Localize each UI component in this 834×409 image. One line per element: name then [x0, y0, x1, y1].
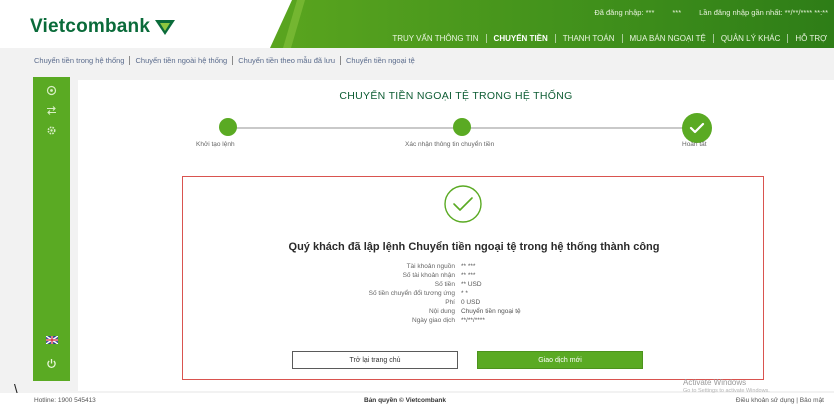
detail-value: ** USD [461, 281, 482, 288]
main-nav: TRUY VẤN THÔNG TIN CHUYỂN TIỀN THANH TOÁ… [385, 34, 834, 43]
detail-row: Số tài khoản nhận ** *** [183, 272, 765, 281]
detail-label: Số tiền [434, 281, 455, 288]
detail-label: Nội dung [428, 308, 455, 315]
detail-row: Phí 0 USD [183, 299, 765, 308]
detail-value: 0 USD [461, 299, 481, 306]
detail-row: Tài khoản nguồn ** *** [183, 263, 765, 272]
detail-row: Ngày giao dịch **/**/**** [183, 317, 765, 326]
detail-row: Số tiền ** USD [183, 281, 765, 290]
home-icon[interactable] [33, 81, 70, 99]
detail-value: **/**/**** [461, 317, 485, 324]
sub-nav: Chuyển tiền trong hệ thống Chuyển tiền n… [34, 56, 420, 65]
detail-label: Số tài khoản nhận [402, 272, 455, 279]
detail-label: Số tiền chuyển đổi tương ứng [368, 290, 455, 297]
detail-row: Nội dung Chuyển tiền ngoại tệ [183, 308, 765, 317]
transaction-details: Tài khoản nguồn ** *** Số tài khoản nhận… [183, 263, 765, 326]
step-2-label: Xác nhận thông tin chuyển tiền [405, 141, 495, 148]
page-title: CHUYỂN TIỀN NGOẠI TỆ TRONG HỆ THỐNG [339, 90, 573, 102]
subnav-foreign-transfer[interactable]: Chuyển tiền ngoại tệ [339, 56, 420, 65]
power-icon[interactable] [33, 354, 70, 372]
step-2-dot [453, 118, 471, 136]
detail-value: Chuyển tiền ngoại tệ [461, 308, 521, 315]
footer-links[interactable]: Điều khoản sử dụng | Bảo mật [736, 397, 824, 404]
watermark-title: Activate Windows [683, 378, 747, 387]
new-transaction-button[interactable]: Giao dịch mới [477, 351, 643, 369]
main-panel: CHUYỂN TIỀN NGOẠI TỆ TRONG HỆ THỐNG Khởi… [78, 80, 834, 391]
footer: Hotline: 1900 545413 Bản quyền © Vietcom… [0, 393, 834, 409]
logo-text: Vietcombank [30, 16, 151, 37]
user-info-bar: Đã đăng nhập: *** *** Lần đăng nhập gần … [594, 8, 828, 17]
vietcombank-logo[interactable]: Vietcombank [30, 14, 176, 40]
logged-in-user: Đã đăng nhập: *** [594, 8, 655, 17]
success-check-icon [444, 185, 482, 223]
nav-thanh-toan[interactable]: THANH TOÁN [554, 34, 622, 43]
subnav-internal-transfer[interactable]: Chuyển tiền trong hệ thống [34, 56, 129, 65]
transfer-icon[interactable] [33, 101, 70, 119]
nav-ho-tro[interactable]: HỖ TRỢ [787, 34, 834, 43]
subnav-external-transfer[interactable]: Chuyển tiền ngoài hệ thống [129, 56, 232, 65]
step-1-dot [219, 118, 237, 136]
settings-icon[interactable] [33, 121, 70, 139]
last-login: Lần đăng nhập gần nhất: **/**/**** **:** [699, 8, 828, 17]
detail-label: Tài khoản nguồn [406, 263, 455, 270]
subnav-template-transfer[interactable]: Chuyển tiền theo mẫu đã lưu [232, 56, 340, 65]
success-message: Quý khách đã lập lệnh Chuyển tiền ngoại … [288, 241, 660, 253]
flag-uk-icon[interactable] [33, 331, 70, 349]
nav-truy-van[interactable]: TRUY VẤN THÔNG TIN [385, 34, 485, 43]
nav-mua-ban-ngoai-te[interactable]: MUA BÁN NGOẠI TỆ [621, 34, 713, 43]
detail-label: Phí [445, 299, 455, 306]
header: Vietcombank Đã đăng nhập: *** *** Lần đă… [0, 0, 834, 48]
detail-value: * * [461, 290, 468, 297]
nav-chuyen-tien[interactable]: CHUYỂN TIỀN [485, 34, 555, 43]
copyright-text: Bản quyền © Vietcombank [364, 397, 446, 404]
nav-quan-ly-khac[interactable]: QUẢN LÝ KHÁC [712, 34, 788, 43]
step-3-label: Hoàn tất [682, 141, 707, 148]
detail-row: Số tiền chuyển đổi tương ứng * * [183, 290, 765, 299]
user-code: *** [672, 8, 682, 17]
detail-label: Ngày giao dịch [412, 317, 455, 324]
left-rail [33, 77, 70, 381]
detail-value: ** *** [461, 272, 476, 279]
step-3-check-icon [682, 113, 712, 143]
step-1-label: Khởi tạo lệnh [196, 141, 235, 148]
logo-mark-icon [155, 20, 176, 35]
hotline-text: Hotline: 1900 545413 [34, 397, 96, 404]
result-box: Quý khách đã lập lệnh Chuyển tiền ngoại … [182, 176, 764, 380]
detail-value: ** *** [461, 263, 476, 270]
back-home-button[interactable]: Trở lại trang chủ [292, 351, 458, 369]
